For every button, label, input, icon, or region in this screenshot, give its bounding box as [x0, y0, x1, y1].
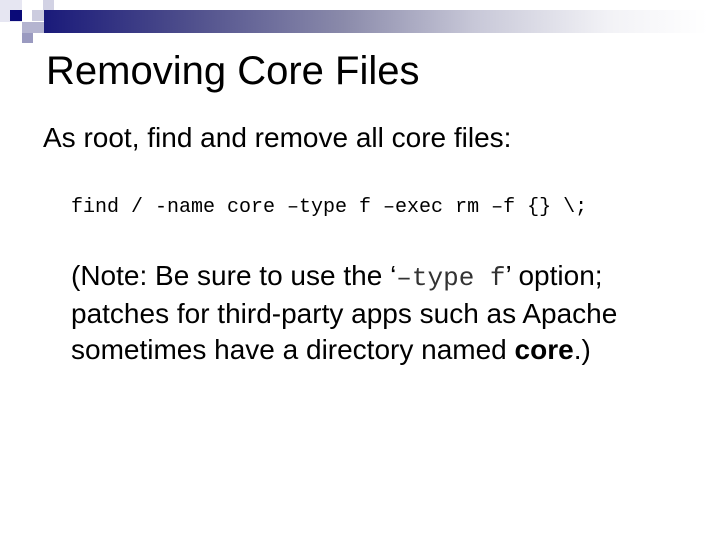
- slide-title: Removing Core Files: [46, 49, 420, 93]
- square-dark: [10, 10, 22, 21]
- command-line: find / -name core –type f –exec rm –f {}…: [71, 196, 588, 219]
- note-option-code: –type f: [396, 263, 506, 293]
- square-mid-1: [22, 22, 44, 33]
- square-light-2: [43, 0, 54, 10]
- note-paragraph: (Note: Be sure to use the ‘–type f’ opti…: [71, 258, 701, 368]
- square-mid-2: [22, 33, 33, 43]
- title-gradient-bar: [44, 10, 708, 33]
- note-close: .): [573, 334, 591, 365]
- note-emphasis: core: [514, 334, 574, 365]
- lead-text: As root, find and remove all core files:: [43, 122, 512, 153]
- note-open: (Note: Be sure to use the: [71, 260, 391, 291]
